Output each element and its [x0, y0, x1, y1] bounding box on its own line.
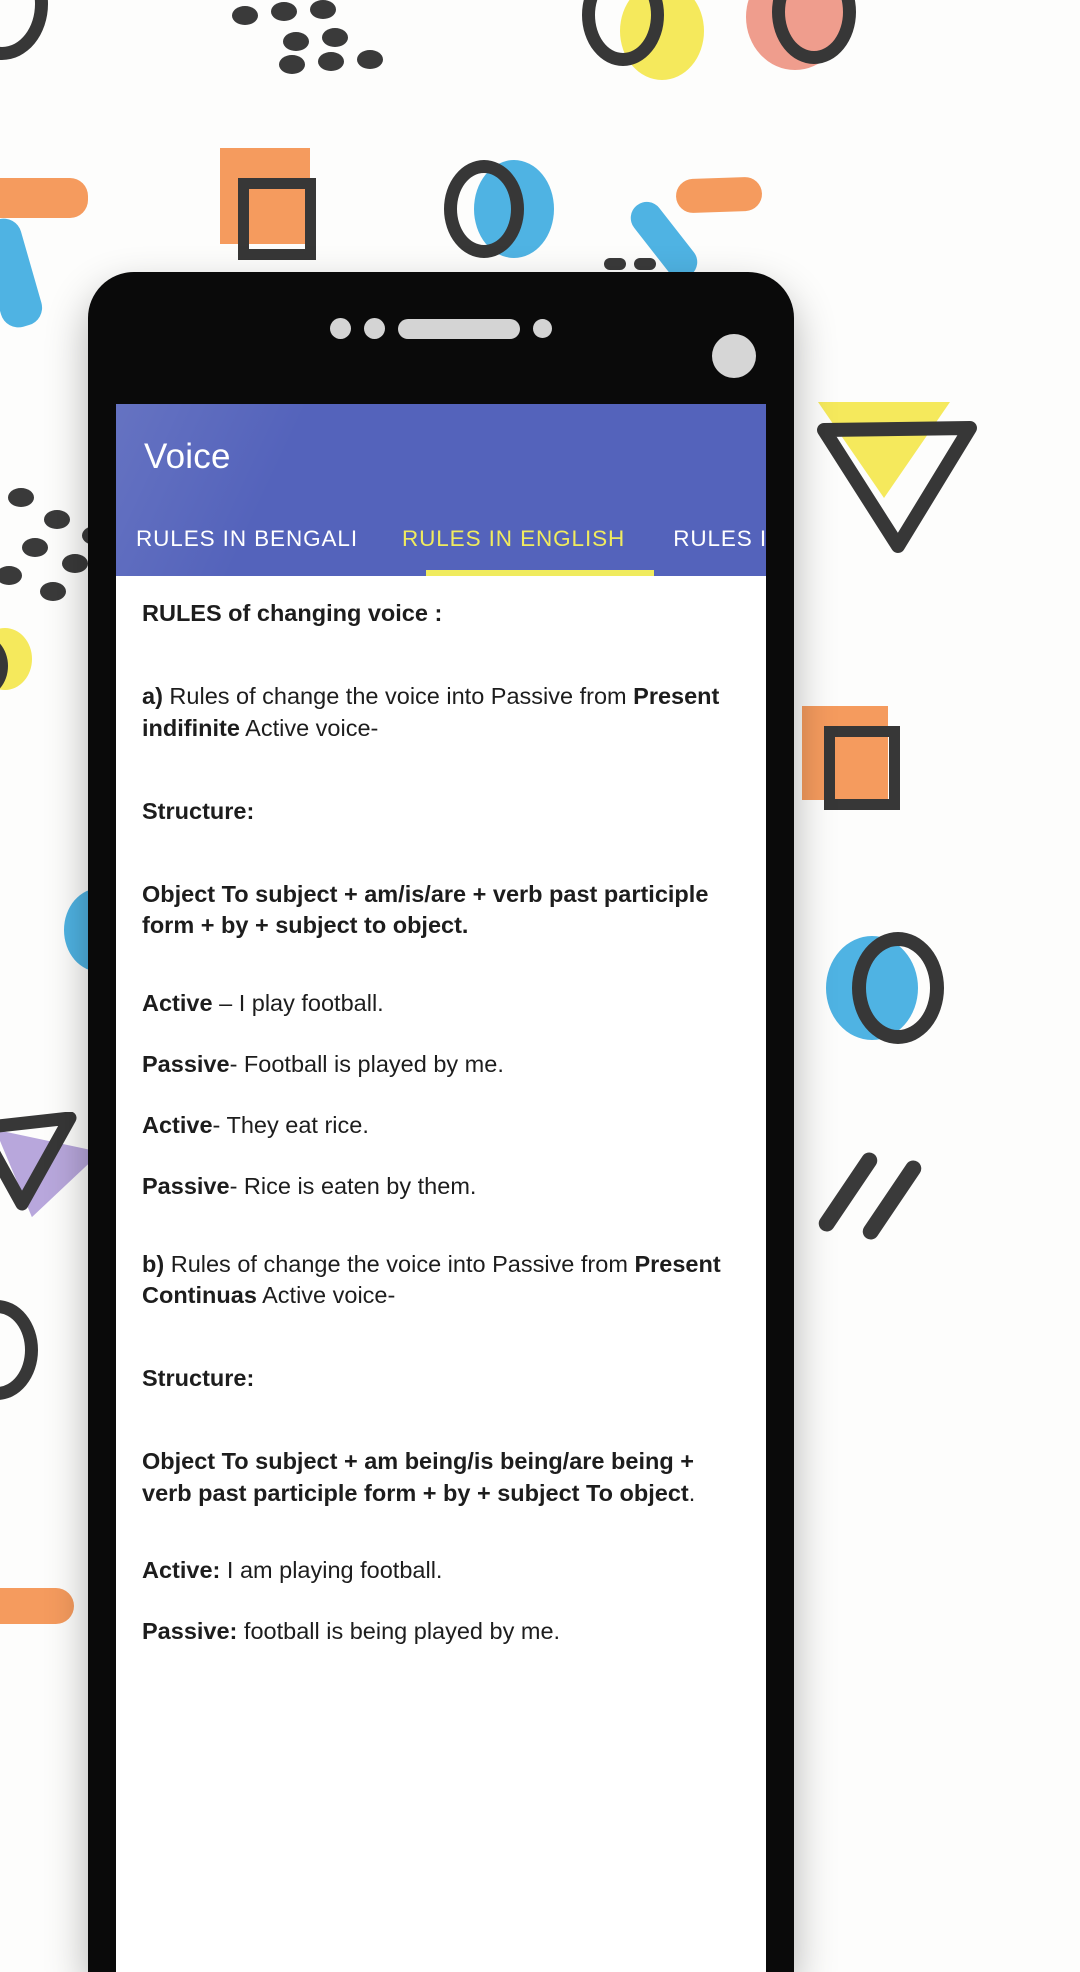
- lesson-content-scroll[interactable]: RULES of changing voice : a) Rules of ch…: [116, 576, 766, 1972]
- content-heading: RULES of changing voice :: [142, 600, 443, 626]
- decor-triangle-outline: [0, 1112, 77, 1211]
- example-sentence: Rice is eaten by them.: [243, 1173, 477, 1200]
- structure-formula-2-bold: Object To subject + am being/is being/ar…: [142, 1448, 694, 1506]
- decor-dash: [634, 258, 656, 270]
- example-sentence: They eat rice.: [226, 1112, 369, 1138]
- example-label: Active:: [142, 1556, 221, 1583]
- sensor-dot-icon: [533, 319, 552, 338]
- app-screen: Voice RULES IN BENGALI RULES IN ENGLISH …: [116, 404, 766, 1972]
- decor-dot: [318, 52, 344, 71]
- example-separator: -: [229, 1173, 244, 1200]
- structure-formula-1: Object To subject + am/is/are + verb pas…: [142, 881, 709, 939]
- decor-ring-dark: [444, 160, 524, 258]
- example-line: Active – I play football.: [142, 988, 740, 1019]
- example-line: Passive- Rice is eaten by them.: [142, 1171, 740, 1202]
- decor-dot: [44, 510, 70, 529]
- rule-b-paragraph: b) Rules of change the voice into Passiv…: [142, 1249, 740, 1312]
- example-line: Active- They eat rice.: [142, 1110, 740, 1141]
- app-bar: Voice RULES IN BENGALI RULES IN ENGLISH …: [116, 404, 766, 576]
- example-separator: -: [229, 1050, 244, 1077]
- tab-rules-in-english[interactable]: RULES IN ENGLISH: [380, 502, 649, 576]
- rule-a-paragraph: a) Rules of change the voice into Passiv…: [142, 681, 740, 744]
- decor-dot: [283, 32, 309, 51]
- decor-bar-blue: [0, 214, 47, 332]
- phone-device-frame: Voice RULES IN BENGALI RULES IN ENGLISH …: [88, 272, 794, 1972]
- active-tab-indicator: [426, 570, 654, 576]
- rule-b-text-2: Active voice-: [256, 1281, 396, 1308]
- decor-dash: [604, 258, 626, 270]
- decor-bar-orange: [0, 178, 88, 218]
- structure-formula-2: Object To subject + am being/is being/ar…: [142, 1446, 740, 1509]
- example-separator: –: [212, 989, 239, 1016]
- decor-dot: [8, 488, 34, 507]
- decor-square-outline: [238, 178, 316, 260]
- example-sentence: I play football.: [238, 989, 384, 1016]
- example-separator: -: [212, 1112, 227, 1138]
- decor-dot: [279, 55, 305, 74]
- decor-ring-dark: [0, 1300, 38, 1400]
- decor-dot: [0, 566, 22, 585]
- decor-ring-dark: [852, 932, 944, 1044]
- tab-bar[interactable]: RULES IN BENGALI RULES IN ENGLISH RULES …: [116, 502, 766, 576]
- decor-dot: [322, 28, 348, 47]
- decor-square-outline: [824, 726, 900, 810]
- tab-rules-in-hindi[interactable]: RULES IN HINDI: [649, 502, 766, 576]
- decor-dot: [271, 2, 297, 21]
- rule-a-text-2: Active voice-: [239, 714, 379, 741]
- structure-label-2: Structure:: [142, 1365, 255, 1391]
- decor-ring-dark: [0, 0, 48, 60]
- front-camera-icon: [712, 334, 756, 378]
- sensor-dot-icon: [364, 318, 385, 339]
- rule-b-marker: b): [142, 1250, 165, 1277]
- sensor-dot-icon: [330, 318, 351, 339]
- phone-speaker-row: [88, 318, 794, 339]
- example-label: Active: [142, 989, 213, 1016]
- example-line: Passive: football is being played by me.: [142, 1616, 740, 1647]
- example-sentence: I am playing football.: [226, 1556, 443, 1583]
- decor-dot: [232, 6, 258, 25]
- decor-bar-orange: [675, 176, 763, 214]
- decor-triangle-outline: [817, 421, 977, 553]
- example-label: Active: [142, 1112, 213, 1138]
- example-line: Passive- Football is played by me.: [142, 1049, 740, 1080]
- example-line: Active: I am playing football.: [142, 1555, 740, 1586]
- rule-a-text-1: Rules of change the voice into Passive f…: [162, 683, 634, 710]
- earpiece-speaker: [398, 318, 520, 339]
- example-label: Passive:: [142, 1618, 238, 1644]
- page-title: Voice: [144, 437, 231, 476]
- rule-b-text-1: Rules of change the voice into Passive f…: [164, 1250, 635, 1277]
- structure-formula-2-tail: .: [688, 1479, 696, 1506]
- rule-a-marker: a): [142, 683, 163, 710]
- decor-dot: [310, 0, 336, 19]
- decor-dot: [62, 554, 88, 573]
- structure-label-1: Structure:: [142, 797, 255, 824]
- tab-rules-in-bengali[interactable]: RULES IN BENGALI: [116, 502, 380, 576]
- decor-dot: [22, 538, 48, 557]
- example-sentence: Football is played by me.: [243, 1050, 504, 1077]
- decor-dot: [357, 50, 383, 69]
- decor-bar-orange: [0, 1588, 74, 1624]
- example-label: Passive: [142, 1050, 230, 1077]
- example-sentence: football is being played by me.: [243, 1618, 561, 1644]
- decor-dot: [40, 582, 66, 601]
- example-label: Passive: [142, 1173, 230, 1200]
